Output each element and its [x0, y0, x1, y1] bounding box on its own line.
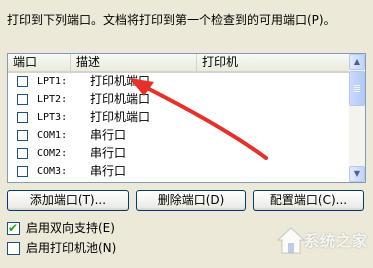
port-row[interactable]: COM1: 串行口: [8, 127, 349, 145]
ports-list[interactable]: 端口 描述 打印机 LPT1: 打印机端口 LPT2: 打印机端口 LPT3: …: [7, 53, 366, 183]
port-name: LPT1:: [37, 76, 68, 87]
port-row[interactable]: COM3: 串行口: [8, 163, 349, 181]
scroll-up-button[interactable]: ▲: [349, 54, 365, 70]
printer-pooling-checkbox[interactable]: [7, 242, 20, 255]
configure-port-button[interactable]: 配置端口(C)...: [253, 190, 364, 211]
scroll-down-button[interactable]: ▼: [349, 166, 365, 182]
port-name: COM2:: [37, 148, 68, 159]
vertical-scrollbar[interactable]: ▲ ▼: [349, 54, 365, 182]
bidirectional-support-checkbox[interactable]: ✔: [7, 221, 20, 235]
port-row[interactable]: LPT3: 打印机端口: [8, 109, 349, 127]
port-description: 串行口: [90, 128, 127, 142]
column-header-printer[interactable]: 打印机: [197, 54, 349, 71]
port-description: 打印机端口: [90, 74, 151, 88]
instruction-text: 打印到下列端口。文档将打印到第一个检查到的可用端口(P)。: [7, 13, 336, 27]
column-header-description[interactable]: 描述: [71, 54, 197, 71]
port-name: COM3:: [37, 166, 68, 177]
port-row[interactable]: COM2: 串行口: [8, 145, 349, 163]
port-checkbox[interactable]: [17, 148, 28, 159]
house-logo-icon: [276, 227, 306, 254]
port-row[interactable]: LPT2: 打印机端口: [8, 91, 349, 109]
port-description: 打印机端口: [90, 110, 151, 124]
scroll-thumb[interactable]: [349, 71, 365, 106]
port-row[interactable]: LPT1: 打印机端口: [8, 73, 349, 91]
watermark-text: 系统之家: [304, 232, 369, 250]
ports-list-header: 端口 描述 打印机: [8, 54, 349, 73]
delete-port-button[interactable]: 删除端口(D): [136, 190, 246, 211]
checkmark-icon: ✔: [8, 221, 19, 235]
port-name: LPT2:: [37, 94, 68, 105]
printer-pooling-label: 启用打印机池(N): [26, 241, 117, 255]
port-description: 打印机端口: [90, 92, 151, 106]
port-name: LPT3:: [37, 112, 68, 123]
add-port-button[interactable]: 添加端口(T)...: [7, 190, 129, 211]
port-checkbox[interactable]: [17, 130, 28, 141]
port-description: 串行口: [90, 146, 127, 160]
port-description: 串行口: [90, 164, 127, 178]
port-checkbox[interactable]: [17, 76, 28, 87]
port-checkbox[interactable]: [17, 166, 28, 177]
port-checkbox[interactable]: [17, 94, 28, 105]
watermark: 系统之家: [276, 222, 370, 260]
port-checkbox[interactable]: [17, 112, 28, 123]
bidirectional-support-label: 启用双向支持(E): [26, 221, 115, 235]
column-header-port[interactable]: 端口: [8, 54, 71, 71]
port-name: COM1:: [37, 130, 68, 141]
